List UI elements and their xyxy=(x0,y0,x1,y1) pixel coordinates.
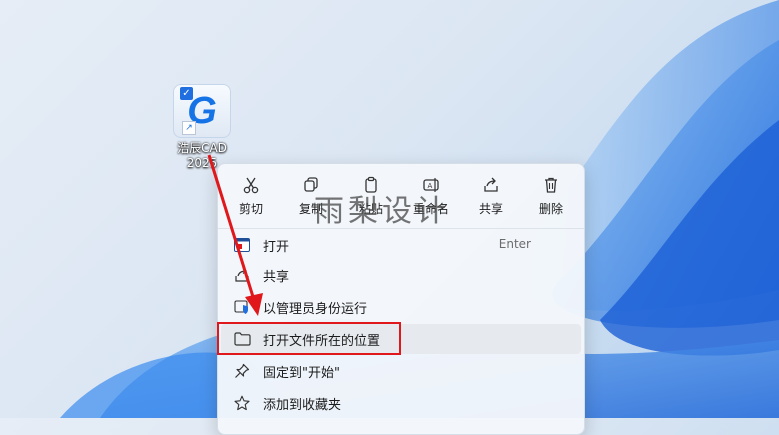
scissors-icon xyxy=(242,172,260,198)
highlight-box-open-file-location xyxy=(217,322,401,355)
share-icon xyxy=(482,172,500,198)
gstarcad-app-icon: ✓ G ↗ xyxy=(173,84,231,138)
trash-icon xyxy=(542,172,560,198)
delete-button[interactable]: 删除 xyxy=(522,172,580,224)
share-icon xyxy=(233,267,251,283)
shortcut-arrow-icon: ↗ xyxy=(182,121,196,135)
menu-item-pin-to-start[interactable]: 固定到"开始" xyxy=(221,356,581,386)
menu-item-add-to-favorites[interactable]: 添加到收藏夹 xyxy=(221,388,581,418)
app-window-icon xyxy=(233,237,251,253)
cut-button[interactable]: 剪切 xyxy=(222,172,280,224)
star-icon xyxy=(233,395,251,411)
selected-check-icon: ✓ xyxy=(180,87,193,100)
menu-item-run-as-admin[interactable]: 以管理员身份运行 xyxy=(221,292,581,322)
pin-icon xyxy=(233,363,251,379)
watermark-text: 雨梨设计 xyxy=(314,194,450,229)
desktop-shortcut-gstarcad[interactable]: ✓ G ↗ 浩辰CAD 2025 xyxy=(171,84,233,171)
menu-item-open[interactable]: 打开 Enter xyxy=(221,230,581,260)
admin-shield-icon xyxy=(233,299,251,315)
menu-item-share[interactable]: 共享 xyxy=(221,260,581,290)
share-button[interactable]: 共享 xyxy=(462,172,520,224)
